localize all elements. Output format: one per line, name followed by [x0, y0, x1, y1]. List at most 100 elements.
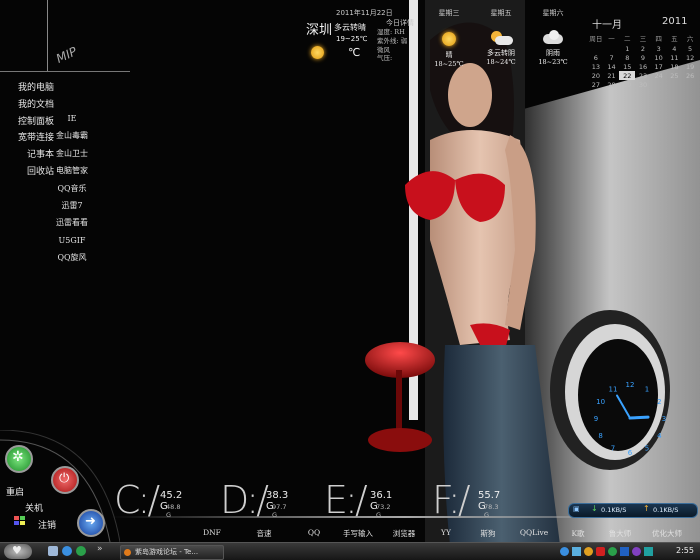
calendar-day[interactable]: 28: [604, 80, 620, 89]
taskbar-window-title: 紫岛游戏论坛 - Te...: [135, 548, 199, 556]
calendar-day[interactable]: 6: [588, 53, 604, 62]
calendar-day[interactable]: 4: [667, 44, 683, 53]
calendar-day[interactable]: [682, 80, 698, 89]
calendar-day[interactable]: 26: [682, 71, 698, 80]
dock-item-yinsu[interactable]: 音速: [242, 528, 286, 539]
dock-item-kge[interactable]: K歌: [556, 528, 600, 539]
shortcut-thunder[interactable]: 迅雷7: [52, 197, 92, 214]
shortcut-recycle-bin[interactable]: 回收站: [8, 164, 54, 181]
tray-icon-antivirus[interactable]: [596, 547, 605, 556]
clock-minute-hand: [616, 394, 631, 419]
shortcut-qq-music[interactable]: QQ音乐: [52, 180, 92, 197]
tray-icon-network[interactable]: [572, 547, 581, 556]
shortcut-xunlei-kankan[interactable]: 迅雷看看: [52, 214, 92, 231]
refresh-button[interactable]: ✲: [5, 445, 33, 473]
calendar-day[interactable]: 1: [619, 44, 635, 53]
calendar-day[interactable]: 24: [651, 71, 667, 80]
tray-icon-shield[interactable]: [608, 547, 617, 556]
shortcut-control-panel[interactable]: 控制面板: [8, 114, 54, 131]
calendar-day[interactable]: 29: [619, 80, 635, 89]
shortcut-pc-manager[interactable]: 电脑管家: [52, 162, 92, 179]
calendar-day[interactable]: 27: [588, 80, 604, 89]
dock-item-handwriting[interactable]: 手写输入: [336, 528, 380, 539]
calendar-day[interactable]: 14: [604, 62, 620, 71]
start-button[interactable]: ♥: [4, 544, 32, 559]
clock-number: 3: [662, 415, 666, 423]
calendar-day[interactable]: 17: [651, 62, 667, 71]
calendar-day[interactable]: 11: [667, 53, 683, 62]
clock-number: 11: [609, 386, 618, 394]
taskbar-clock[interactable]: 2:55: [676, 546, 694, 555]
logoff-label[interactable]: 注销: [38, 518, 56, 531]
calendar-week: 27 28 29 30: [588, 80, 698, 89]
tray-icon-misc[interactable]: [632, 547, 641, 556]
calendar-day[interactable]: 5: [682, 44, 698, 53]
calendar-weekday: 六: [686, 35, 694, 43]
calendar-weekday: 二: [624, 35, 631, 43]
calendar-day[interactable]: [651, 80, 667, 89]
calendar-day[interactable]: 9: [635, 53, 651, 62]
dock-item-sougou[interactable]: 斯狗: [466, 528, 510, 539]
calendar-day[interactable]: 8: [619, 53, 635, 62]
dock-item-ludashi[interactable]: 鲁大师: [598, 528, 642, 539]
tray-icon-qq[interactable]: [560, 547, 569, 556]
desktop: MIP 我的电脑 我的文档 控制面板 宽带连接 记事本 回收站 IE 金山毒霸 …: [0, 0, 700, 560]
dock-item-qqlive[interactable]: QQLive: [512, 528, 556, 537]
calendar-day[interactable]: 16: [635, 62, 651, 71]
weather-city: 深圳: [306, 23, 333, 38]
clock-number: 5: [645, 444, 649, 452]
calendar-day[interactable]: 30: [635, 80, 651, 89]
quicklaunch-ie-icon[interactable]: [62, 546, 72, 556]
logoff-button[interactable]: ➜: [77, 509, 105, 537]
clock-number: 8: [598, 432, 602, 440]
dock-item-browser[interactable]: 浏览器: [382, 528, 426, 539]
shortcut-u5gif[interactable]: U5GIF: [52, 232, 92, 249]
calendar-day[interactable]: 10: [651, 53, 667, 62]
forecast-temp: 18~24℃: [486, 58, 516, 66]
clock-number: 2: [657, 398, 661, 406]
calendar-day[interactable]: [604, 44, 620, 53]
calendar-day[interactable]: 21: [604, 71, 620, 80]
forecast-temp: 18~23℃: [538, 58, 568, 66]
shortcut-my-computer[interactable]: 我的电脑: [8, 80, 54, 97]
calendar-day[interactable]: [588, 44, 604, 53]
dock-item-qq[interactable]: QQ: [292, 528, 336, 537]
weather-temp-range: 19~25℃: [336, 35, 368, 43]
shutdown-label[interactable]: 关机: [25, 501, 43, 514]
tray-icon-update[interactable]: [644, 547, 653, 556]
calendar-day[interactable]: 25: [667, 71, 683, 80]
shortcut-duba[interactable]: 金山毒霸: [52, 127, 92, 144]
shortcut-ie[interactable]: IE: [52, 110, 92, 127]
shortcut-notepad[interactable]: 记事本: [8, 147, 54, 164]
calendar-weekday: 三: [639, 35, 647, 43]
quicklaunch-explorer-icon[interactable]: [48, 546, 58, 556]
forecast-day-3: 星期六 阴雨 18~23℃: [528, 8, 578, 66]
tray-icon-ime[interactable]: [620, 547, 629, 556]
dock-item-yy[interactable]: YY: [424, 528, 468, 537]
sun-icon: [311, 46, 324, 59]
shortcut-broadband[interactable]: 宽带连接: [8, 130, 54, 147]
calendar-day[interactable]: 3: [651, 44, 667, 53]
calendar-day[interactable]: 18: [667, 62, 683, 71]
taskbar-window-browser[interactable]: 紫岛游戏论坛 - Te...: [120, 545, 224, 560]
tray-icon-volume[interactable]: [584, 547, 593, 556]
calendar-day[interactable]: 7: [604, 53, 620, 62]
power-button[interactable]: ⏻: [51, 466, 79, 494]
calendar-day[interactable]: 22: [619, 71, 636, 80]
restart-label[interactable]: 重启: [6, 485, 24, 498]
calendar-day[interactable]: 19: [682, 62, 698, 71]
calendar-day[interactable]: 15: [619, 62, 635, 71]
quicklaunch-media-icon[interactable]: [76, 546, 86, 556]
dock-item-youhua[interactable]: 优化大师: [642, 528, 692, 539]
dock-item-dnf[interactable]: DNF: [190, 528, 234, 537]
calendar-day[interactable]: [667, 80, 683, 89]
shortcut-weishi[interactable]: 金山卫士: [52, 145, 92, 162]
calendar-day[interactable]: 2: [635, 44, 651, 53]
quicklaunch-chevron-icon[interactable]: »: [97, 544, 103, 554]
calendar-day[interactable]: 23: [635, 71, 651, 80]
calendar-day[interactable]: 20: [588, 71, 604, 80]
shortcut-my-documents[interactable]: 我的文档: [8, 97, 54, 114]
shortcut-qq-xuanfeng[interactable]: QQ旋风: [52, 249, 92, 266]
calendar-day[interactable]: 12: [682, 53, 698, 62]
calendar-day[interactable]: 13: [588, 62, 604, 71]
